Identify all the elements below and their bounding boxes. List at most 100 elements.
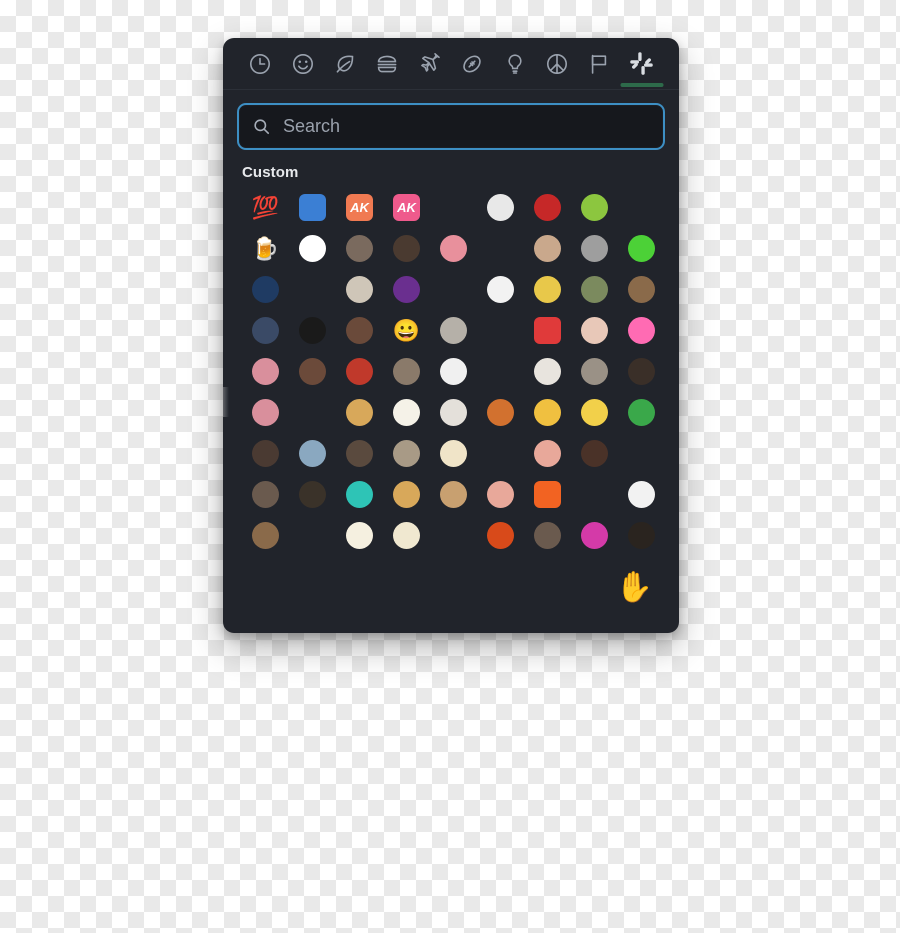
emoji-cell[interactable] — [524, 392, 571, 433]
emoji-cell[interactable] — [383, 351, 430, 392]
emoji-grid-scroll[interactable]: 💯 AK AK 🍺 😀 — [223, 187, 679, 551]
emoji-cell[interactable] — [383, 392, 430, 433]
search-input[interactable] — [281, 115, 650, 138]
emoji-green-bird[interactable] — [628, 399, 655, 426]
emoji-man-sunglasses[interactable] — [581, 440, 608, 467]
emoji-colorful-tv[interactable] — [581, 522, 608, 549]
emoji-bob-ross[interactable] — [628, 276, 655, 303]
emoji-nose[interactable] — [581, 317, 608, 344]
emoji-cell[interactable] — [618, 515, 665, 551]
emoji-cell[interactable] — [618, 310, 665, 351]
tab-symbols[interactable] — [536, 38, 578, 90]
emoji-patrick-santa[interactable] — [252, 358, 279, 385]
emoji-green-pepe[interactable] — [628, 235, 655, 262]
emoji-cell[interactable] — [524, 187, 571, 228]
tab-smileys-people[interactable] — [281, 38, 323, 90]
emoji-man-orange-bg[interactable] — [487, 399, 514, 426]
emoji-cat-white[interactable] — [440, 399, 467, 426]
emoji-doritos[interactable] — [628, 481, 655, 508]
emoji-1000[interactable]: 💯 — [252, 194, 279, 221]
emoji-cell[interactable] — [289, 187, 336, 228]
emoji-cell[interactable]: AK — [383, 187, 430, 228]
emoji-cell[interactable] — [524, 433, 571, 474]
emoji-cat-grey[interactable] — [440, 317, 467, 344]
emoji-cell[interactable] — [430, 392, 477, 433]
emoji-cell[interactable] — [242, 392, 289, 433]
emoji-cell[interactable] — [336, 351, 383, 392]
emoji-cell[interactable] — [571, 433, 618, 474]
tab-flags[interactable] — [578, 38, 620, 90]
emoji-ak-pink[interactable]: AK — [393, 194, 420, 221]
emoji-woman-closeup[interactable] — [252, 522, 279, 549]
emoji-cell[interactable] — [618, 392, 665, 433]
emoji-cell[interactable] — [242, 351, 289, 392]
emoji-face-dark[interactable] — [393, 235, 420, 262]
emoji-woman-crown[interactable] — [440, 481, 467, 508]
tab-frequently-used[interactable] — [239, 38, 281, 90]
emoji-android[interactable] — [581, 194, 608, 221]
tab-nature[interactable] — [324, 38, 366, 90]
emoji-cell[interactable] — [524, 515, 571, 551]
emoji-cell[interactable] — [571, 351, 618, 392]
emoji-cell[interactable] — [477, 474, 524, 515]
emoji-cell[interactable]: 😀 — [383, 310, 430, 351]
emoji-patrick-tongue[interactable] — [440, 235, 467, 262]
emoji-bach[interactable] — [346, 276, 373, 303]
emoji-fire-photo[interactable] — [487, 522, 514, 549]
emoji-cell[interactable] — [289, 474, 336, 515]
emoji-cell[interactable] — [289, 228, 336, 269]
emoji-cell[interactable] — [336, 433, 383, 474]
emoji-yellow-blob[interactable] — [534, 399, 561, 426]
emoji-pug-dog[interactable] — [581, 235, 608, 262]
emoji-cell[interactable] — [430, 310, 477, 351]
emoji-corona-beer[interactable] — [393, 399, 420, 426]
emoji-cell[interactable] — [383, 228, 430, 269]
emoji-flying-pig-1[interactable] — [534, 440, 561, 467]
emoji-crest[interactable] — [440, 358, 467, 385]
emoji-cell[interactable] — [524, 269, 571, 310]
emoji-cell[interactable] — [289, 433, 336, 474]
emoji-man-blue[interactable] — [252, 317, 279, 344]
emoji-azemeis[interactable] — [252, 276, 279, 303]
emoji-cell[interactable] — [618, 351, 665, 392]
emoji-orange-check[interactable] — [534, 481, 561, 508]
emoji-husky[interactable] — [581, 358, 608, 385]
emoji-purple-stage[interactable] — [393, 276, 420, 303]
emoji-red-app[interactable] — [534, 317, 561, 344]
emoji-egg-face[interactable] — [440, 440, 467, 467]
emoji-cell[interactable] — [242, 433, 289, 474]
emoji-cell[interactable] — [571, 187, 618, 228]
emoji-cell[interactable]: 🍺 — [242, 228, 289, 269]
tab-travel-places[interactable] — [409, 38, 451, 90]
emoji-yellow-face[interactable] — [581, 399, 608, 426]
emoji-cell[interactable] — [477, 392, 524, 433]
emoji-cell[interactable] — [477, 515, 524, 551]
emoji-cell[interactable] — [242, 474, 289, 515]
emoji-teal-logo[interactable] — [346, 481, 373, 508]
emoji-cell[interactable]: 💯 — [242, 187, 289, 228]
emoji-woman-white-hair[interactable] — [299, 317, 326, 344]
emoji-bw-portrait[interactable] — [299, 440, 326, 467]
emoji-beer-cheers[interactable]: 🍺 — [252, 235, 279, 262]
tab-custom[interactable] — [620, 38, 664, 90]
emoji-person-hood[interactable] — [252, 440, 279, 467]
emoji-cell[interactable] — [571, 515, 618, 551]
emoji-face-rainbow[interactable] — [487, 194, 514, 221]
emoji-cell[interactable] — [289, 310, 336, 351]
emoji-cell[interactable] — [477, 187, 524, 228]
emoji-man-box[interactable] — [393, 440, 420, 467]
emoji-cell[interactable] — [336, 269, 383, 310]
emoji-patrick-wide[interactable] — [252, 399, 279, 426]
emoji-cell[interactable] — [383, 474, 430, 515]
emoji-man-mask[interactable] — [346, 440, 373, 467]
emoji-cell[interactable] — [430, 474, 477, 515]
emoji-dark-person[interactable] — [628, 522, 655, 549]
emoji-cell[interactable] — [336, 474, 383, 515]
emoji-two-men[interactable] — [346, 317, 373, 344]
emoji-cell[interactable]: AK — [336, 187, 383, 228]
emoji-cell[interactable] — [430, 351, 477, 392]
emoji-cell[interactable] — [618, 474, 665, 515]
emoji-troll-face[interactable] — [487, 276, 514, 303]
emoji-cell[interactable] — [336, 392, 383, 433]
emoji-banana-dance[interactable] — [534, 276, 561, 303]
